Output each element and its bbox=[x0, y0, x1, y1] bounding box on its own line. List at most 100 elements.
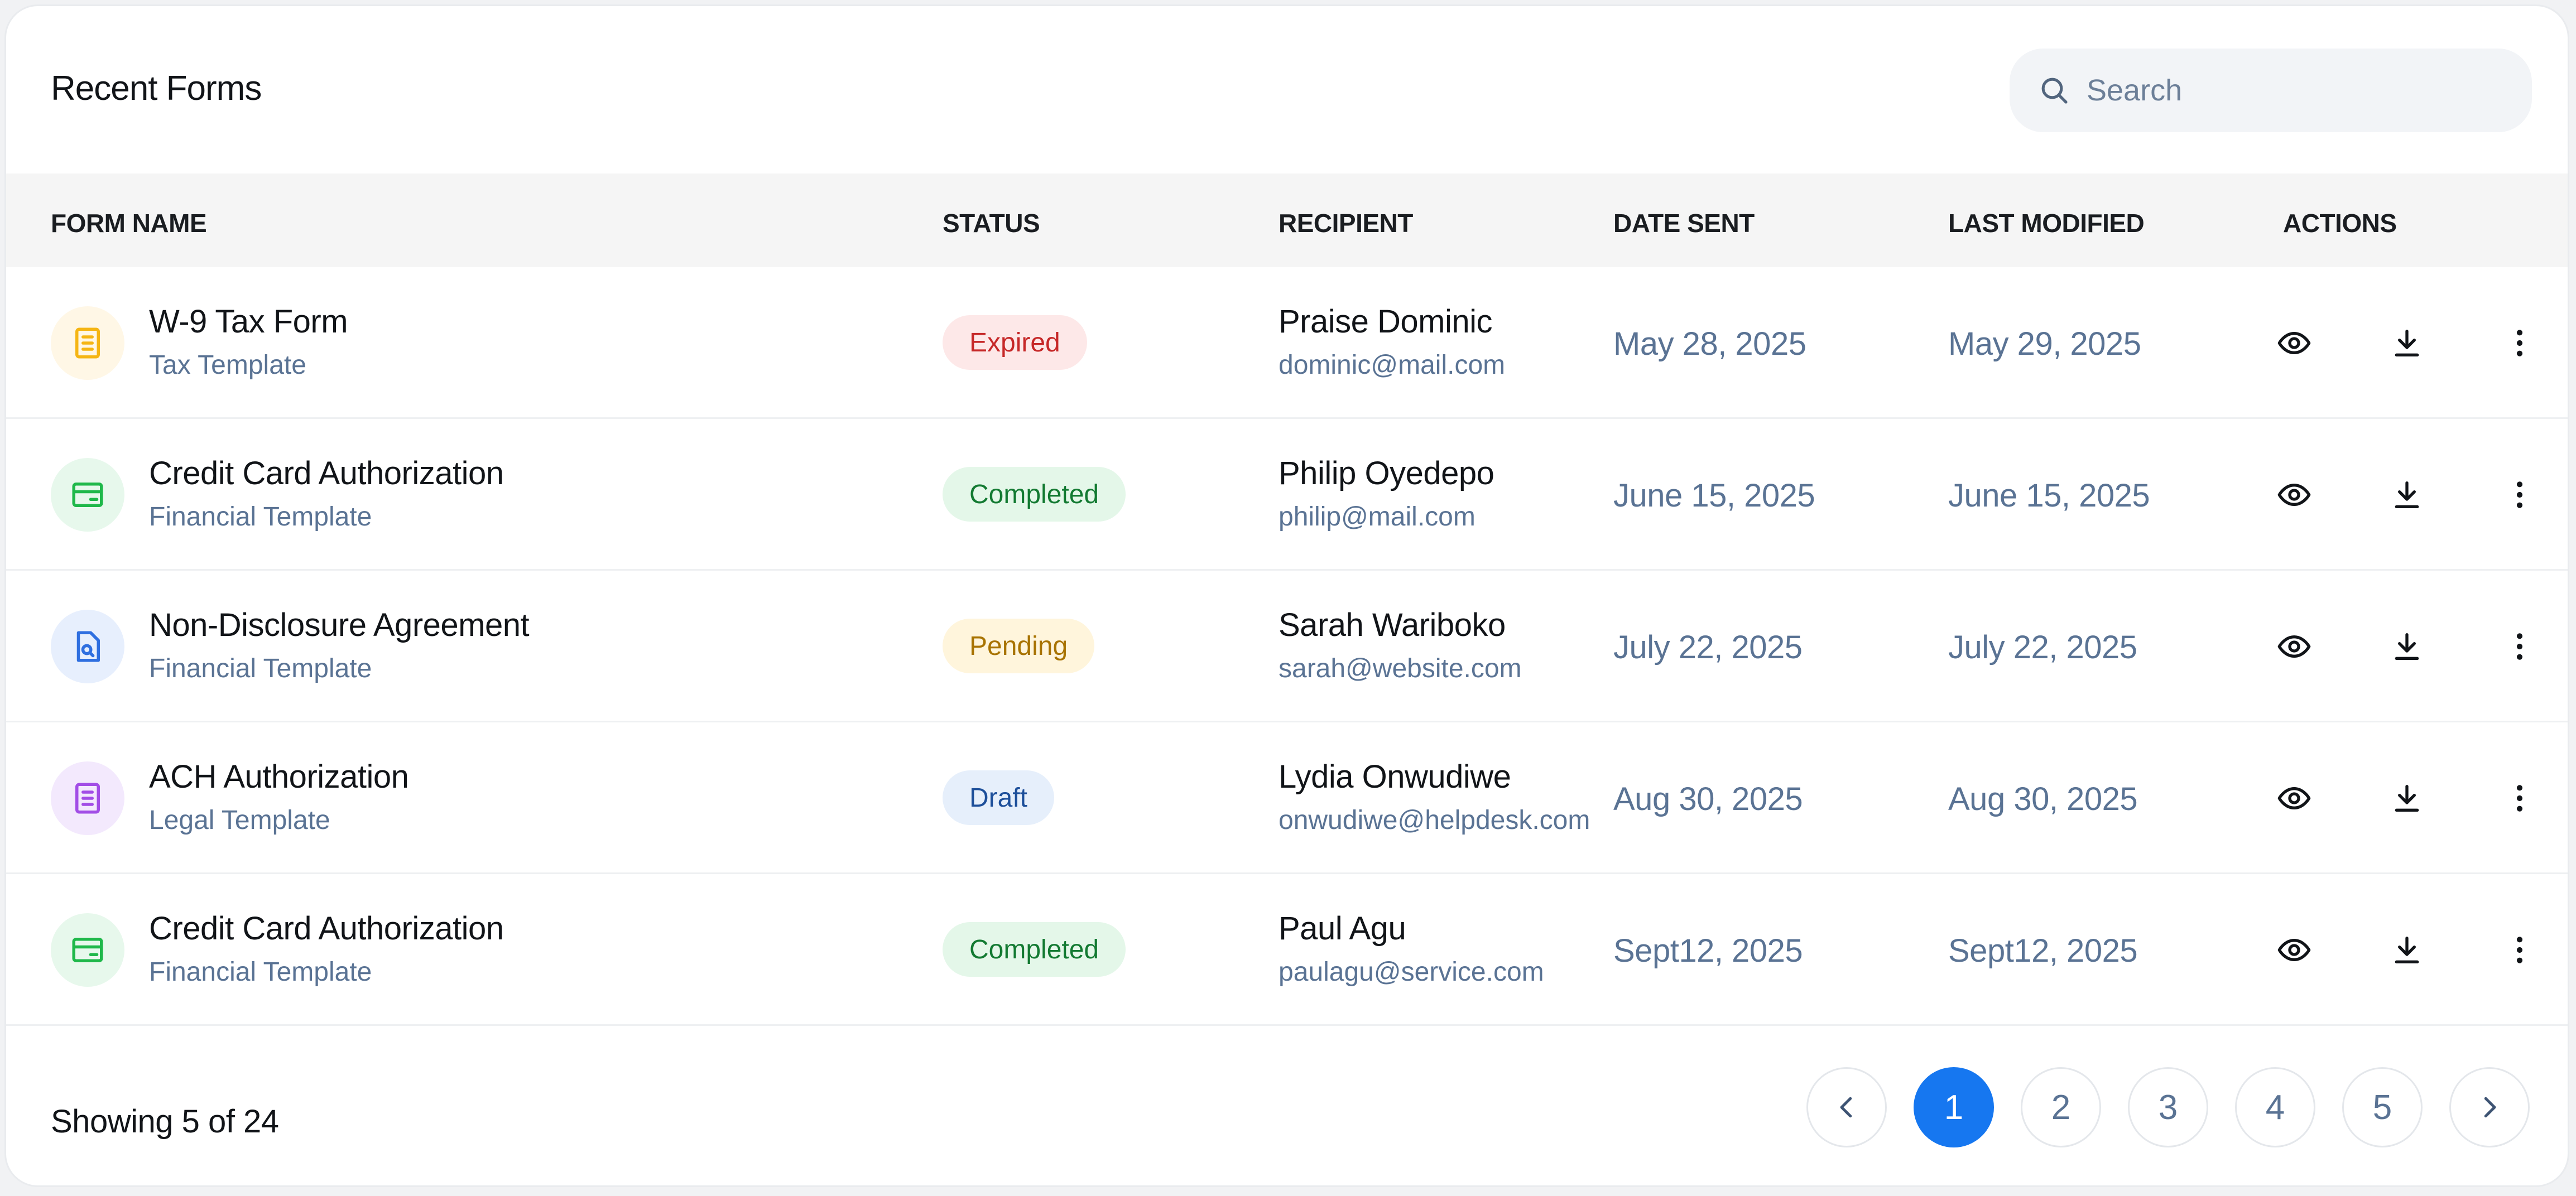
table-row[interactable]: W-9 Tax Form Tax Template Expired Praise Do… bbox=[6, 267, 2568, 419]
recipient-name: Praise Dominic bbox=[1279, 303, 1493, 340]
column-header-last-modified: LAST MODIFIED bbox=[1948, 209, 2145, 238]
search-box[interactable] bbox=[2010, 49, 2532, 132]
recipient-name: Paul Agu bbox=[1279, 910, 1406, 947]
eye-icon bbox=[2276, 932, 2312, 968]
more-vertical-icon bbox=[2502, 477, 2537, 513]
page-title: Recent Forms bbox=[51, 69, 262, 108]
date-sent: Sept12, 2025 bbox=[1613, 933, 1803, 969]
more-options-button[interactable] bbox=[2497, 928, 2542, 972]
page-button-1[interactable]: 1 bbox=[1914, 1067, 1994, 1147]
document-search-icon bbox=[69, 628, 106, 665]
recipient-email: dominic@mail.com bbox=[1279, 350, 1506, 380]
column-header-actions: ACTIONS bbox=[2283, 209, 2397, 238]
chevron-right-icon bbox=[2484, 1097, 2496, 1118]
column-header-form-name: FORM NAME bbox=[51, 209, 207, 238]
eye-icon bbox=[2276, 325, 2312, 361]
page-button-2[interactable]: 2 bbox=[2021, 1067, 2101, 1147]
document-lines-icon bbox=[69, 325, 106, 361]
document-lines-icon bbox=[69, 780, 106, 817]
status-badge: Pending bbox=[943, 619, 1095, 673]
last-modified: Sept12, 2025 bbox=[1948, 933, 2138, 969]
form-type-icon bbox=[51, 761, 124, 835]
form-name[interactable]: Non-Disclosure Agreement bbox=[149, 606, 530, 644]
table-footer: Showing 5 of 24 1 2 3 4 5 bbox=[6, 1037, 2568, 1185]
more-options-button[interactable] bbox=[2497, 776, 2542, 821]
form-name[interactable]: ACH Authorization bbox=[149, 758, 409, 795]
page-button-3[interactable]: 3 bbox=[2128, 1067, 2208, 1147]
recipient-name: Sarah Wariboko bbox=[1279, 607, 1506, 643]
date-sent: June 15, 2025 bbox=[1613, 478, 1815, 514]
download-button[interactable] bbox=[2385, 624, 2429, 669]
form-type-icon bbox=[51, 458, 124, 532]
last-modified: Aug 30, 2025 bbox=[1948, 781, 2138, 817]
next-page-button[interactable] bbox=[2449, 1067, 2530, 1147]
more-options-button[interactable] bbox=[2497, 321, 2542, 365]
view-button[interactable] bbox=[2272, 624, 2317, 669]
form-template: Financial Template bbox=[149, 654, 372, 683]
recipient-name: Philip Oyedepo bbox=[1279, 455, 1494, 491]
download-button[interactable] bbox=[2385, 472, 2429, 517]
table-row[interactable]: Credit Card Authorization Financial Templ… bbox=[6, 419, 2568, 571]
eye-icon bbox=[2276, 780, 2312, 816]
download-button[interactable] bbox=[2385, 321, 2429, 365]
recipient-name: Lydia Onwudiwe bbox=[1279, 759, 1511, 795]
download-button[interactable] bbox=[2385, 776, 2429, 821]
recipient-email: sarah@website.com bbox=[1279, 654, 1522, 683]
table-header: FORM NAME STATUS RECIPIENT DATE SENT LAS… bbox=[6, 173, 2568, 267]
showing-count: Showing 5 of 24 bbox=[51, 1103, 279, 1140]
date-sent: May 28, 2025 bbox=[1613, 326, 1806, 362]
recipient-email: onwudiwe@helpdesk.com bbox=[1279, 806, 1590, 835]
view-button[interactable] bbox=[2272, 321, 2317, 365]
page-button-5[interactable]: 5 bbox=[2342, 1067, 2423, 1147]
table-row[interactable]: Non-Disclosure Agreement Financial Templa… bbox=[6, 571, 2568, 722]
status-badge: Expired bbox=[943, 315, 1087, 370]
recipient-email: paulagu@service.com bbox=[1279, 957, 1544, 987]
form-template: Financial Template bbox=[149, 957, 372, 987]
view-button[interactable] bbox=[2272, 928, 2317, 972]
form-template: Financial Template bbox=[149, 502, 372, 532]
form-name[interactable]: W-9 Tax Form bbox=[149, 303, 348, 340]
table-row[interactable]: ACH Authorization Legal Template Draft Lydi… bbox=[6, 722, 2568, 874]
status-badge: Completed bbox=[943, 467, 1126, 522]
last-modified: July 22, 2025 bbox=[1948, 629, 2137, 665]
download-icon bbox=[2389, 629, 2425, 664]
download-icon bbox=[2389, 780, 2425, 816]
last-modified: May 29, 2025 bbox=[1948, 326, 2141, 362]
date-sent: Aug 30, 2025 bbox=[1613, 781, 1803, 817]
download-icon bbox=[2389, 477, 2425, 513]
date-sent: July 22, 2025 bbox=[1613, 629, 1803, 665]
status-badge: Completed bbox=[943, 922, 1126, 977]
search-icon bbox=[2041, 78, 2068, 104]
more-options-button[interactable] bbox=[2497, 472, 2542, 517]
column-header-recipient: RECIPIENT bbox=[1279, 209, 1413, 238]
form-type-icon bbox=[51, 610, 124, 683]
eye-icon bbox=[2276, 629, 2312, 664]
form-type-icon bbox=[51, 306, 124, 380]
more-vertical-icon bbox=[2502, 629, 2537, 664]
more-vertical-icon bbox=[2502, 932, 2537, 968]
card-header: Recent Forms bbox=[6, 6, 2568, 173]
column-header-status: STATUS bbox=[943, 209, 1040, 238]
download-icon bbox=[2389, 325, 2425, 361]
credit-card-icon bbox=[69, 476, 106, 513]
table-row[interactable]: Credit Card Authorization Financial Templ… bbox=[6, 874, 2568, 1026]
more-vertical-icon bbox=[2502, 780, 2537, 816]
download-button[interactable] bbox=[2385, 928, 2429, 972]
page-button-4[interactable]: 4 bbox=[2235, 1067, 2315, 1147]
form-template: Legal Template bbox=[149, 806, 330, 835]
form-name[interactable]: Credit Card Authorization bbox=[149, 455, 504, 492]
form-name[interactable]: Credit Card Authorization bbox=[149, 910, 504, 947]
credit-card-icon bbox=[69, 932, 106, 968]
chevron-left-icon bbox=[1840, 1097, 1852, 1118]
previous-page-button[interactable] bbox=[1806, 1067, 1887, 1147]
column-header-date-sent: DATE SENT bbox=[1613, 209, 1755, 238]
view-button[interactable] bbox=[2272, 776, 2317, 821]
recent-forms-card: Recent Forms FORM NAME STATUS RECIPIENT … bbox=[4, 4, 2569, 1187]
search-input[interactable] bbox=[2085, 73, 2512, 108]
view-button[interactable] bbox=[2272, 472, 2317, 517]
last-modified: June 15, 2025 bbox=[1948, 478, 2150, 514]
more-vertical-icon bbox=[2502, 325, 2537, 361]
status-badge: Draft bbox=[943, 770, 1055, 825]
recipient-email: philip@mail.com bbox=[1279, 502, 1476, 532]
more-options-button[interactable] bbox=[2497, 624, 2542, 669]
